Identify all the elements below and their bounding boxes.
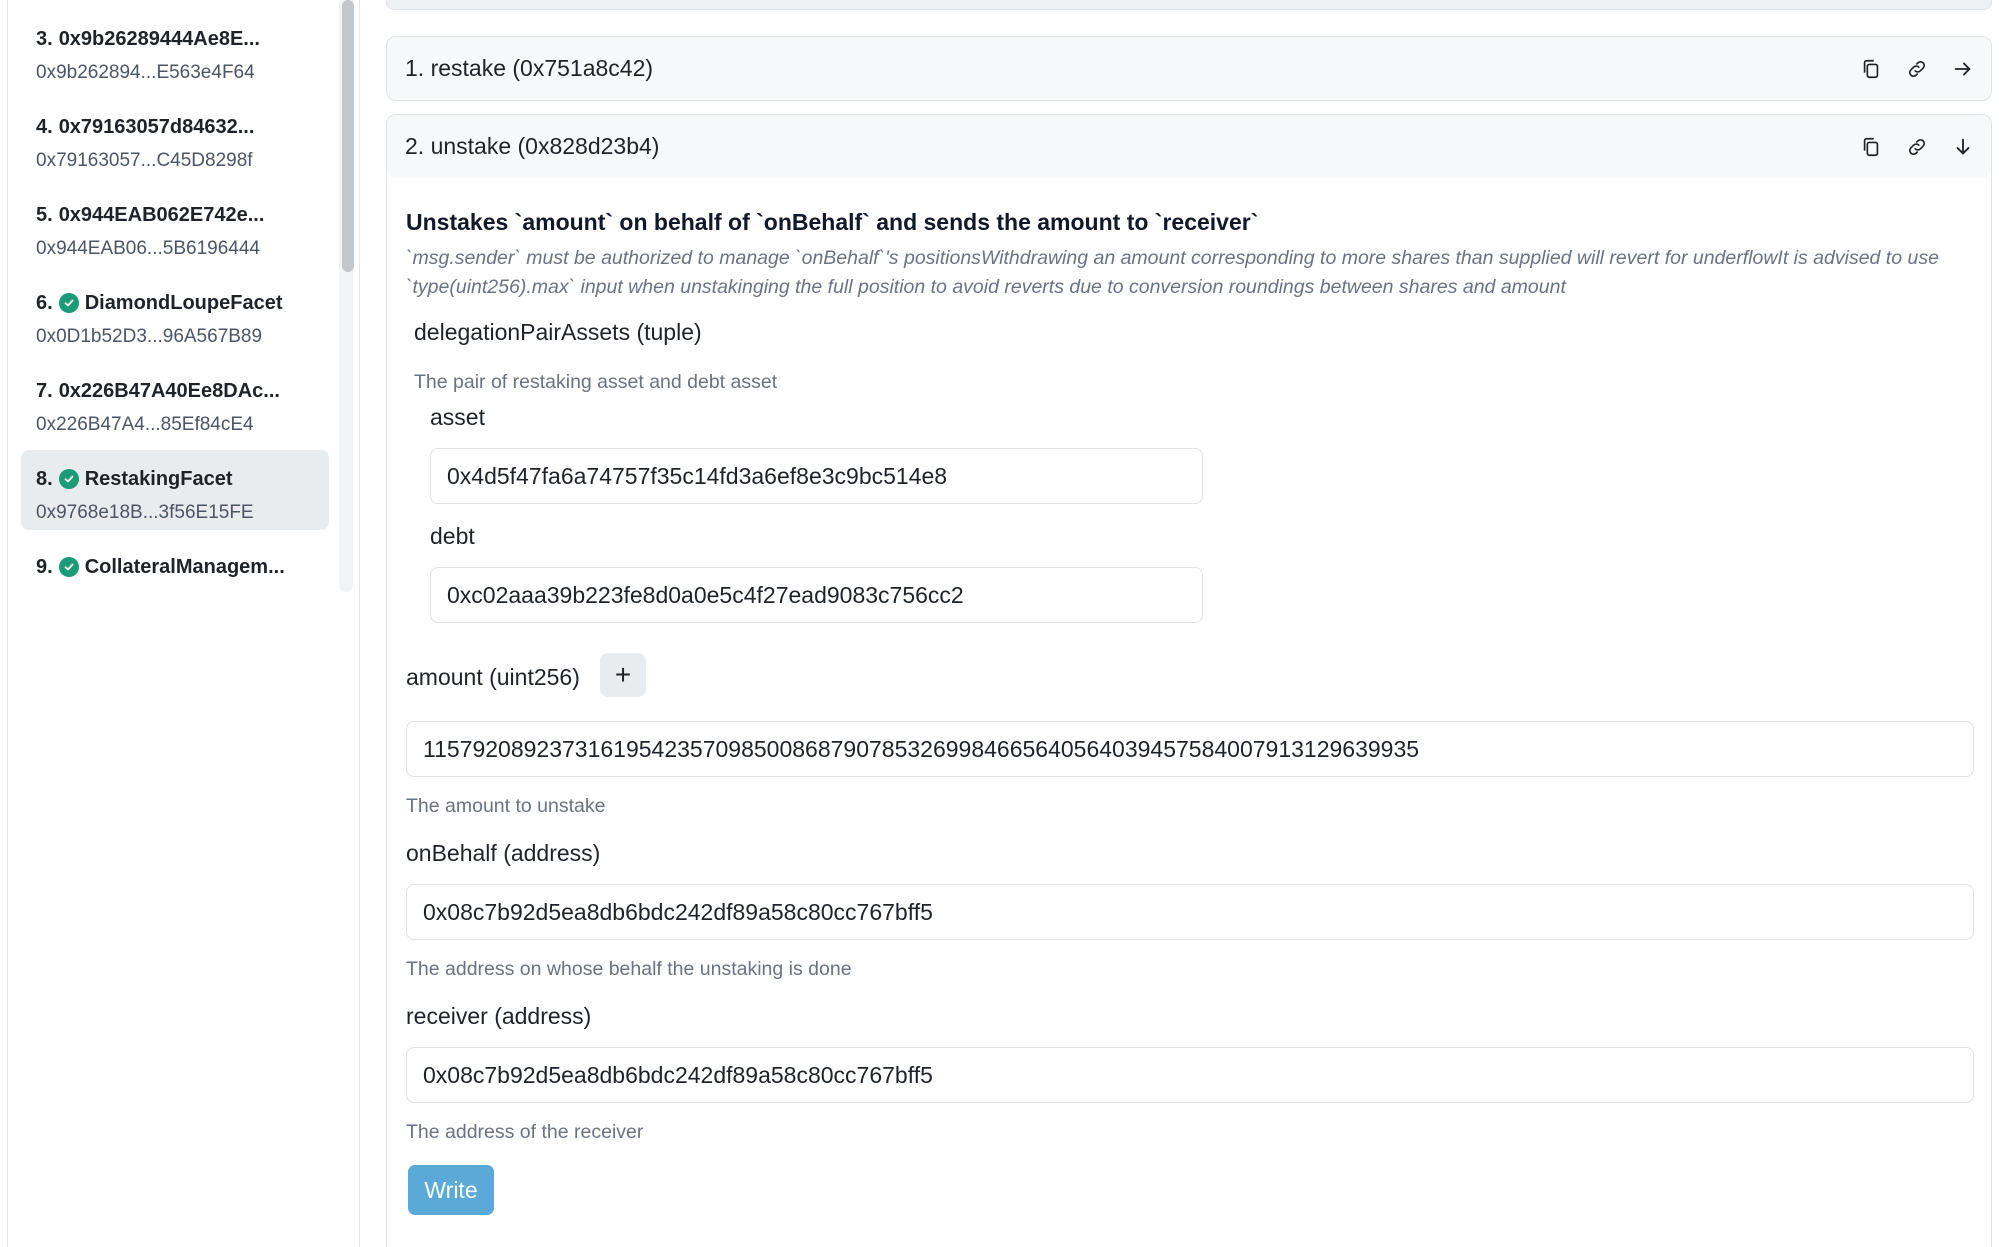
sidebar-item-address: 0x0D1b52D3...96A567B89 <box>36 326 263 347</box>
function-card-unstake: 2. unstake (0x828d23b4) Unstakes `amount… <box>386 114 1992 1247</box>
write-button[interactable]: Write <box>408 1165 494 1215</box>
amount-input[interactable]: 1157920892373161954235709850086879078532… <box>406 721 1974 777</box>
onbehalf-label: onBehalf (address) <box>406 840 601 866</box>
function-dev-description: `msg.sender` must be authorized to manag… <box>406 247 1939 298</box>
sidebar-item-title: 3. 0x9b26289444Ae8E... <box>36 26 329 52</box>
sidebar-item-3[interactable]: 3. 0x9b26289444Ae8E... 0x9b262894...E563… <box>21 10 329 90</box>
sidebar-item-label: CollateralManagem... <box>84 555 285 578</box>
link-icon[interactable] <box>1901 131 1933 163</box>
sidebar-item-8[interactable]: 8. RestakingFacet 0x9768e18B...3f56E15FE <box>21 450 329 530</box>
sidebar-item-number: 4. <box>36 115 53 138</box>
previous-function-card <box>386 0 1992 10</box>
sidebar-item-address: 0x79163057...C45D8298f <box>36 150 253 171</box>
sidebar-item-number: 6. <box>36 291 53 314</box>
max-amount-button[interactable]: + <box>600 653 646 697</box>
tuple-label: delegationPairAssets (tuple) <box>414 319 702 345</box>
sidebar-item-4[interactable]: 4. 0x79163057d84632... 0x79163057...C45D… <box>21 98 329 178</box>
sidebar-item-number: 8. <box>36 467 53 490</box>
sidebar-item-title: 4. 0x79163057d84632... <box>36 114 329 140</box>
sidebar-item-label: 0x79163057d84632... <box>58 115 255 138</box>
verified-check-icon <box>58 557 79 577</box>
sidebar-item-title: 7. 0x226B47A40Ee8DAc... <box>36 378 329 404</box>
function-actions <box>1841 115 1979 178</box>
sidebar-item-5[interactable]: 5. 0x944EAB062E742e... 0x944EAB06...5B61… <box>21 186 329 266</box>
sidebar-item-9[interactable]: 9. CollateralManagem... <box>21 538 329 618</box>
function-body-unstake: Unstakes `amount` on behalf of `onBehalf… <box>387 178 1991 1247</box>
function-notice: Unstakes `amount` on behalf of `onBehalf… <box>406 209 1259 235</box>
sidebar-item-label: 0x9b26289444Ae8E... <box>58 27 260 50</box>
arrow-right-icon[interactable] <box>1947 53 1979 85</box>
sidebar-item-title: 5. 0x944EAB062E742e... <box>36 202 329 228</box>
sidebar-item-address: 0x9768e18B...3f56E15FE <box>36 502 254 523</box>
debt-input[interactable]: 0xc02aaa39b223fe8d0a0e5c4f27ead9083c756c… <box>430 567 1203 623</box>
onbehalf-input[interactable]: 0x08c7b92d5ea8db6bdc242df89a58c80cc767bf… <box>406 884 1974 940</box>
function-header-unstake[interactable]: 2. unstake (0x828d23b4) <box>387 115 1991 178</box>
function-title: 1. restake (0x751a8c42) <box>405 55 654 81</box>
copy-icon[interactable] <box>1855 131 1887 163</box>
debt-label: debt <box>430 523 475 549</box>
copy-icon[interactable] <box>1855 53 1887 85</box>
sidebar-item-label: 0x944EAB062E742e... <box>58 203 265 226</box>
sidebar-item-number: 7. <box>36 379 53 402</box>
asset-input[interactable]: 0x4d5f47fa6a74757f35c14fd3a6ef8e3c9bc514… <box>430 448 1203 504</box>
sidebar-scroll-thumb[interactable] <box>342 0 354 272</box>
function-card-restake: 1. restake (0x751a8c42) <box>386 36 1992 101</box>
sidebar-item-number: 5. <box>36 203 53 226</box>
sidebar-item-address: 0x226B47A4...85Ef84cE4 <box>36 414 254 435</box>
function-actions <box>1841 37 1979 100</box>
amount-label: amount (uint256) <box>406 664 580 690</box>
sidebar-item-title: 6. DiamondLoupeFacet <box>36 290 329 316</box>
asset-label: asset <box>430 404 485 430</box>
sidebar-item-number: 3. <box>36 27 53 50</box>
amount-help: The amount to unstake <box>406 795 606 817</box>
onbehalf-help: The address on whose behalf the unstakin… <box>406 958 852 980</box>
sidebar-item-6[interactable]: 6. DiamondLoupeFacet 0x0D1b52D3...96A567… <box>21 274 329 354</box>
verified-check-icon <box>58 293 79 313</box>
sidebar-item-label: DiamondLoupeFacet <box>84 291 283 314</box>
verified-check-icon <box>58 469 79 489</box>
sidebar-item-7[interactable]: 7. 0x226B47A40Ee8DAc... 0x226B47A4...85E… <box>21 362 329 442</box>
function-title: 2. unstake (0x828d23b4) <box>405 133 660 159</box>
arrow-down-icon[interactable] <box>1947 131 1979 163</box>
contracts-sidebar: 3. 0x9b26289444Ae8E... 0x9b262894...E563… <box>7 0 360 1247</box>
contract-list: 3. 0x9b26289444Ae8E... 0x9b262894...E563… <box>21 10 329 626</box>
sidebar-item-address: 0x944EAB06...5B6196444 <box>36 238 260 259</box>
sidebar-item-label: 0x226B47A40Ee8DAc... <box>58 379 280 402</box>
receiver-input[interactable]: 0x08c7b92d5ea8db6bdc242df89a58c80cc767bf… <box>406 1047 1974 1103</box>
receiver-label: receiver (address) <box>406 1003 592 1029</box>
sidebar-item-address: 0x9b262894...E563e4F64 <box>36 62 255 83</box>
tuple-help: The pair of restaking asset and debt ass… <box>414 371 778 393</box>
function-header-restake[interactable]: 1. restake (0x751a8c42) <box>387 37 1991 100</box>
link-icon[interactable] <box>1901 53 1933 85</box>
receiver-help: The address of the receiver <box>406 1121 644 1143</box>
sidebar-item-title: 8. RestakingFacet <box>36 466 329 492</box>
sidebar-item-label: RestakingFacet <box>84 467 233 490</box>
sidebar-item-number: 9. <box>36 555 53 578</box>
sidebar-item-title: 9. CollateralManagem... <box>36 554 329 580</box>
